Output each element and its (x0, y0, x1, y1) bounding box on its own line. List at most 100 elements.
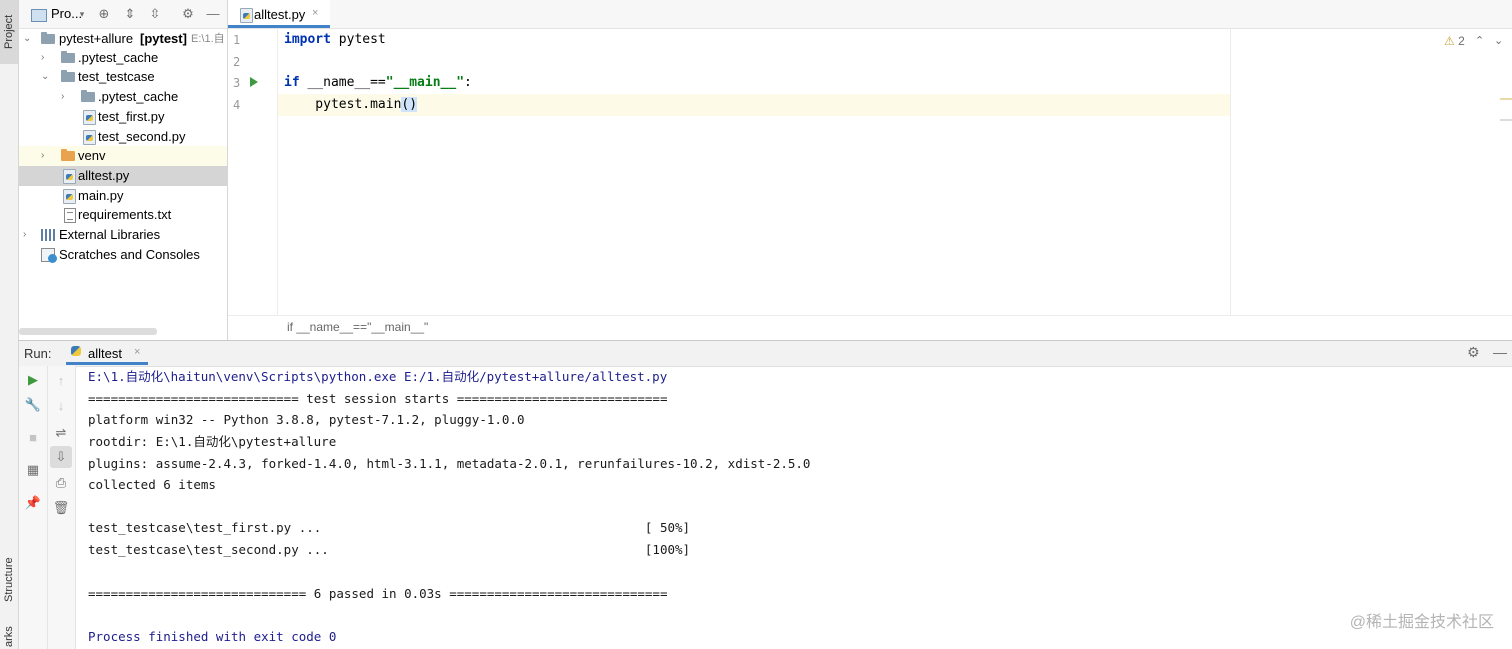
next-highlight-icon[interactable]: ⌄ (1494, 34, 1503, 47)
arrow-up-icon[interactable]: ↑ (52, 372, 70, 390)
console-line: ============================= 6 passed i… (88, 586, 668, 601)
chevron-down-icon[interactable]: ⌄ (23, 29, 33, 49)
locate-icon[interactable]: ⊕ (96, 6, 112, 22)
scroll-to-end-icon[interactable]: ⇩ (50, 446, 72, 468)
folder-icon (61, 51, 75, 63)
left-tool-strip: Project Structure arks (0, 0, 19, 649)
run-gutter-icon[interactable] (250, 77, 258, 87)
structure-side-tab[interactable]: Structure (0, 540, 18, 620)
code-text: pytest (330, 32, 386, 47)
warning-count: 2 (1458, 34, 1465, 48)
structure-side-tab-label: Structure (3, 557, 15, 603)
python-file-icon (63, 169, 76, 184)
console-line: ============================ test sessio… (88, 391, 668, 406)
tree-item-label: pytest+allure (59, 31, 134, 46)
console-line: collected 6 items (88, 477, 216, 492)
project-side-tab-label: Project (3, 14, 15, 50)
code-bracket-match: () (401, 97, 418, 112)
editor-tab-label: alltest.py (254, 7, 306, 22)
chevron-right-icon[interactable]: › (41, 48, 51, 68)
tree-item-inner-pytest-cache[interactable]: › .pytest_cache (19, 87, 227, 107)
rerun-icon[interactable]: ▶ (24, 371, 42, 389)
run-toolbar-secondary: ↑ ↓ ⇌ ⇩ ⎙ 🗑 (48, 366, 76, 649)
tree-item-alltest[interactable]: alltest.py (19, 166, 227, 186)
code-line-1[interactable]: import pytest (284, 29, 386, 51)
layout-icon[interactable]: ▦ (24, 461, 42, 479)
tree-item-label: test_testcase (78, 69, 155, 84)
soft-wrap-icon[interactable]: ⇌ (52, 424, 70, 442)
chevron-right-icon[interactable]: › (23, 225, 33, 245)
run-toolbar-primary: ▶ 🔧 ■ ▦ 📌 (19, 366, 48, 649)
scratch-badge-icon (48, 254, 57, 263)
scroll-marker (1500, 98, 1512, 100)
editor-tab-bar (228, 0, 1512, 29)
tree-item-pytest-cache[interactable]: › .pytest_cache (19, 48, 227, 68)
python-file-icon (240, 8, 253, 23)
line-number: 1 (233, 33, 241, 47)
bookmarks-side-tab[interactable]: arks (0, 625, 18, 649)
arrow-down-icon[interactable]: ↓ (52, 397, 70, 415)
tree-item-requirements[interactable]: requirements.txt (19, 205, 227, 225)
hide-icon[interactable]: — (205, 6, 221, 22)
chevron-right-icon[interactable]: › (61, 87, 71, 107)
close-icon[interactable]: × (134, 346, 140, 358)
tree-item-module-badge: [pytest] (140, 31, 187, 46)
warning-indicator[interactable]: ⚠ 2 (1444, 34, 1465, 48)
tree-item-label: .pytest_cache (98, 89, 179, 104)
python-file-icon (83, 110, 96, 125)
code-text: __name__== (299, 75, 386, 90)
python-file-icon (83, 130, 96, 145)
run-label: Run: (24, 346, 52, 361)
run-tab-alltest[interactable]: alltest × (66, 341, 148, 365)
editor-tab-alltest[interactable]: alltest.py × (228, 0, 330, 28)
tree-item-main[interactable]: main.py (19, 186, 227, 206)
folder-icon (61, 70, 75, 82)
gear-icon[interactable]: ⚙ (1467, 344, 1480, 361)
tree-item-label: alltest.py (78, 168, 130, 183)
run-tab-label: alltest (88, 346, 122, 361)
tree-item-venv[interactable]: › venv (19, 146, 227, 166)
close-icon[interactable]: × (312, 7, 318, 19)
code-line-4[interactable]: pytest.main() (284, 94, 418, 116)
console-line: test_testcase\test_second.py ... [100%] (88, 542, 691, 557)
text-file-icon (64, 208, 76, 223)
project-horizontal-scrollbar[interactable] (19, 328, 157, 335)
tree-item-path: E:\1.自 (191, 33, 225, 45)
gear-icon[interactable]: ⚙ (180, 6, 196, 22)
stop-icon[interactable]: ■ (24, 429, 42, 447)
python-icon (71, 346, 81, 356)
chevron-down-icon[interactable]: ⌄ (41, 67, 51, 87)
folder-icon (41, 32, 55, 44)
breadcrumb-item[interactable]: if __name__=="__main__" (287, 320, 428, 334)
tree-item-project-root[interactable]: ⌄ pytest+allure [pytest] E:\1.自 (19, 29, 227, 49)
tree-item-scratches[interactable]: Scratches and Consoles (19, 245, 227, 265)
project-side-tab[interactable]: Project (0, 0, 18, 64)
previous-highlight-icon[interactable]: ⌃ (1475, 34, 1484, 47)
expand-all-icon[interactable]: ⇕ (122, 6, 138, 22)
hide-icon[interactable]: — (1493, 344, 1507, 360)
tree-item-label: Scratches and Consoles (59, 247, 200, 262)
trash-icon[interactable]: 🗑 (52, 499, 70, 517)
library-icon (41, 229, 55, 241)
tree-item-test-testcase[interactable]: ⌄ test_testcase (19, 67, 227, 87)
tree-item-label: requirements.txt (78, 207, 172, 222)
watermark: @稀土掘金技术社区 (1349, 614, 1494, 631)
code-keyword: if (284, 75, 300, 90)
bookmarks-side-tab-label: arks (3, 626, 15, 648)
tree-item-external-libraries[interactable]: › External Libraries (19, 225, 227, 245)
line-number: 4 (233, 98, 241, 112)
tree-item-label: main.py (78, 188, 124, 203)
console-line: test_testcase\test_first.py ... [ 50%] (88, 520, 691, 535)
print-icon[interactable]: ⎙ (52, 474, 70, 492)
run-panel-header: Run: alltest × ⚙ — (19, 340, 1512, 367)
dropdown-icon[interactable]: ▾ (74, 6, 90, 22)
chevron-right-icon[interactable]: › (41, 146, 51, 166)
wrench-icon[interactable]: 🔧 (24, 396, 42, 414)
code-line-3[interactable]: if __name__=="__main__": (284, 72, 472, 94)
pin-icon[interactable]: 📌 (24, 494, 42, 512)
tree-item-test-first[interactable]: test_first.py (19, 107, 227, 127)
scroll-marker (1500, 119, 1512, 121)
tree-item-test-second[interactable]: test_second.py (19, 127, 227, 147)
collapse-all-icon[interactable]: ⇳ (147, 6, 163, 22)
tree-item-label: venv (78, 148, 106, 163)
